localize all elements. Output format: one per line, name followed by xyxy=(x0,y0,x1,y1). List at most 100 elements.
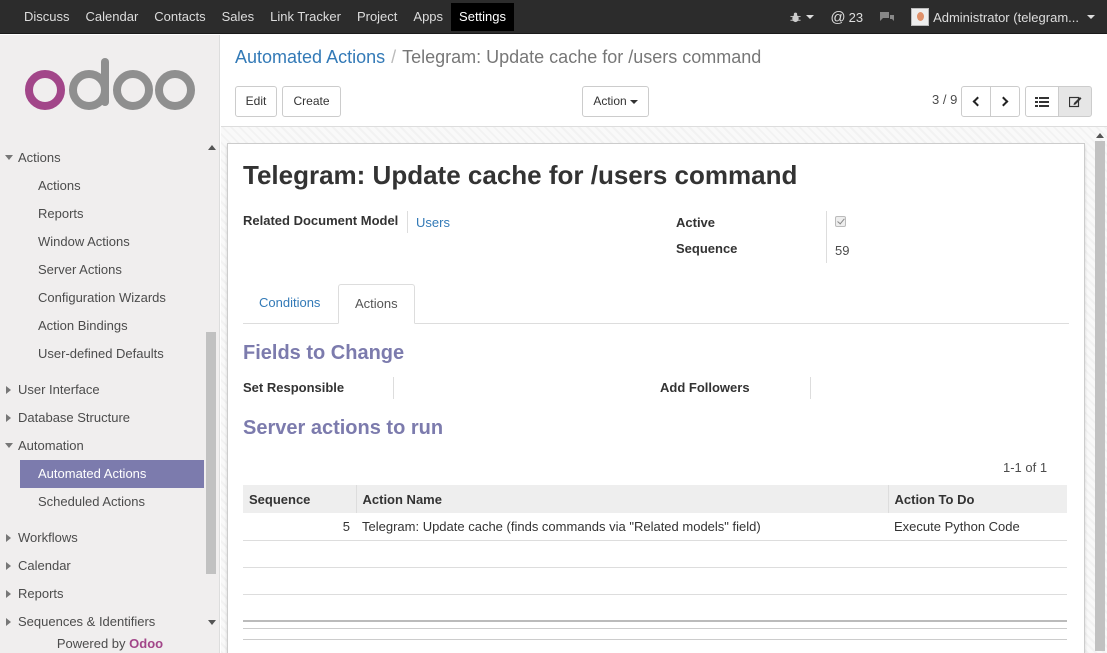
column-action-to-do[interactable]: Action To Do xyxy=(887,485,1067,513)
menu-apps[interactable]: Apps xyxy=(405,0,451,34)
list-pager[interactable]: 1-1 of 1 xyxy=(1003,460,1047,475)
empty-row xyxy=(243,540,1067,568)
sidebar-section-user-interface[interactable]: User Interface xyxy=(0,376,204,404)
server-actions-table: Sequence Action Name Action To Do 5 Tele… xyxy=(243,485,1067,622)
sidebar-menu: Actions Actions Reports Window Actions S… xyxy=(0,135,204,635)
caret-right-icon xyxy=(6,414,11,422)
cell-action-to-do: Execute Python Code xyxy=(888,513,1067,541)
menu-settings[interactable]: Settings xyxy=(451,3,515,31)
breadcrumb: Automated Actions / Telegram: Update cache… xyxy=(235,47,761,68)
menu-discuss[interactable]: Discuss xyxy=(16,0,78,34)
field-separator xyxy=(393,377,394,399)
edit-button[interactable]: Edit xyxy=(235,86,277,117)
sequence-label: Sequence xyxy=(676,241,738,256)
sidebar-section-calendar[interactable]: Calendar xyxy=(0,552,204,580)
bug-icon xyxy=(790,12,801,22)
related-model-value[interactable]: Users xyxy=(416,215,450,230)
active-checkbox[interactable] xyxy=(835,216,846,227)
sidebar-item-actions[interactable]: Actions xyxy=(0,172,204,200)
action-dropdown[interactable]: Action xyxy=(582,86,649,117)
cell-sequence: 5 xyxy=(243,513,356,541)
menu-contacts[interactable]: Contacts xyxy=(146,0,213,34)
user-menu[interactable]: Administrator (telegram... xyxy=(903,0,1107,34)
sidebar: Actions Actions Reports Window Actions S… xyxy=(0,35,220,653)
caret-down-icon xyxy=(5,155,13,160)
pager-value[interactable]: 3 / 9 xyxy=(932,92,957,107)
tab-actions[interactable]: Actions xyxy=(338,284,415,324)
sidebar-scrollbar[interactable] xyxy=(205,135,217,635)
scroll-down-icon[interactable] xyxy=(208,620,216,625)
tab-conditions[interactable]: Conditions xyxy=(243,284,336,324)
related-model-label: Related Document Model xyxy=(243,213,399,228)
add-followers-label: Add Followers xyxy=(660,380,750,395)
table-row[interactable]: 5 Telegram: Update cache (finds commands… xyxy=(243,513,1067,541)
scroll-up-icon[interactable] xyxy=(208,145,216,150)
sidebar-item-action-bindings[interactable]: Action Bindings xyxy=(0,312,204,340)
sidebar-item-window-actions[interactable]: Window Actions xyxy=(0,228,204,256)
chevron-right-icon xyxy=(998,96,1009,107)
sidebar-section-actions[interactable]: Actions xyxy=(0,144,204,172)
fields-to-change-title: Fields to Change xyxy=(243,342,405,364)
form-scrollbar[interactable] xyxy=(1094,130,1106,653)
table-footer-line xyxy=(243,628,1067,629)
record-title: Telegram: Update cache for /users comman… xyxy=(243,160,798,190)
field-separator xyxy=(810,377,811,399)
sidebar-item-reports[interactable]: Reports xyxy=(0,200,204,228)
form-view-button[interactable] xyxy=(1058,86,1092,117)
pager-previous-button[interactable] xyxy=(961,86,991,117)
sidebar-item-configuration-wizards[interactable]: Configuration Wizards xyxy=(0,284,204,312)
caret-right-icon xyxy=(6,386,11,394)
sidebar-section-workflows[interactable]: Workflows xyxy=(0,524,204,552)
at-icon: @ xyxy=(830,8,846,26)
sidebar-item-scheduled-actions[interactable]: Scheduled Actions xyxy=(0,488,204,516)
edit-icon xyxy=(1068,96,1081,108)
chevron-left-icon xyxy=(972,96,983,107)
chat-menu[interactable] xyxy=(871,0,903,34)
create-button[interactable]: Create xyxy=(282,86,341,117)
scrollbar-thumb[interactable] xyxy=(1095,141,1105,651)
chevron-down-icon xyxy=(806,15,815,19)
control-panel: Automated Actions / Telegram: Update cache… xyxy=(221,35,1107,127)
sidebar-section-sequences[interactable]: Sequences & Identifiers xyxy=(0,608,204,635)
sidebar-item-server-actions[interactable]: Server Actions xyxy=(0,256,204,284)
breadcrumb-parent[interactable]: Automated Actions xyxy=(235,47,385,67)
sidebar-item-automated-actions[interactable]: Automated Actions xyxy=(20,460,204,488)
sidebar-section-reports[interactable]: Reports xyxy=(0,580,204,608)
table-header: Sequence Action Name Action To Do xyxy=(243,485,1067,513)
table-footer-line xyxy=(243,639,1067,640)
server-actions-title: Server actions to run xyxy=(243,417,444,439)
empty-row xyxy=(243,594,1067,622)
caret-right-icon xyxy=(6,618,11,626)
odoo-link[interactable]: Odoo xyxy=(129,636,163,651)
menu-project[interactable]: Project xyxy=(349,0,405,34)
active-label: Active xyxy=(676,215,716,230)
breadcrumb-current: Telegram: Update cache for /users comman… xyxy=(402,47,762,67)
sequence-value: 59 xyxy=(835,243,850,258)
sidebar-section-database-structure[interactable]: Database Structure xyxy=(0,404,204,432)
sidebar-item-user-defined-defaults[interactable]: User-defined Defaults xyxy=(0,340,204,368)
caret-down-icon xyxy=(5,443,13,448)
pager-next-button[interactable] xyxy=(990,86,1020,117)
sidebar-section-automation[interactable]: Automation xyxy=(0,432,204,460)
caret-right-icon xyxy=(6,562,11,570)
column-action-name[interactable]: Action Name xyxy=(355,485,888,513)
field-separator xyxy=(826,211,827,263)
comments-icon xyxy=(880,11,895,21)
caret-right-icon xyxy=(6,534,11,542)
menu-sales[interactable]: Sales xyxy=(214,0,263,34)
avatar xyxy=(911,8,930,26)
user-name: Administrator (telegram... xyxy=(933,9,1079,25)
column-sequence[interactable]: Sequence xyxy=(243,485,356,513)
menu-calendar[interactable]: Calendar xyxy=(78,0,147,34)
powered-by: Powered by Odoo xyxy=(56,636,164,651)
scrollbar-thumb[interactable] xyxy=(206,332,216,574)
scroll-up-icon[interactable] xyxy=(1096,133,1104,138)
table-footer-line xyxy=(243,620,1067,622)
menu-link-tracker[interactable]: Link Tracker xyxy=(262,0,349,34)
debug-menu[interactable] xyxy=(782,0,822,34)
list-view-button[interactable] xyxy=(1025,86,1059,117)
odoo-logo xyxy=(25,58,195,110)
mentions-menu[interactable]: @ 23 xyxy=(822,0,871,34)
caret-right-icon xyxy=(6,590,11,598)
cell-action-name: Telegram: Update cache (finds commands v… xyxy=(356,513,888,541)
